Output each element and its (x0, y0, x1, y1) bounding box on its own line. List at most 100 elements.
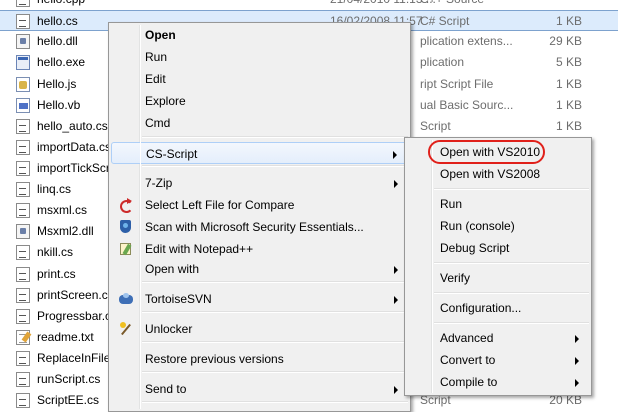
cs-file-icon (16, 140, 30, 155)
menu-item-label: Unlocker (145, 322, 193, 336)
exe-file-icon (16, 55, 30, 70)
security-shield-icon (118, 219, 134, 235)
menu-item-tortoisesvn[interactable]: TortoiseSVN (111, 288, 408, 310)
submenu-arrow-icon (575, 357, 579, 365)
menu-item-debug-script[interactable]: Debug Script (407, 237, 589, 259)
menu-item-label: Open with (145, 262, 200, 276)
menu-item-label: Select Left File for Compare (145, 198, 295, 212)
menu-item-label: Advanced (440, 331, 494, 345)
menu-item-label: Compile to (440, 375, 498, 389)
menu-item-cmd[interactable]: Cmd (111, 112, 408, 134)
cs-file-icon (16, 288, 30, 303)
file-size: 29 KB (549, 34, 582, 48)
menu-item-label: Restore previous versions (145, 352, 284, 366)
file-row[interactable]: hello.cpp21/04/2010 11:13 ...C++ Source (0, 0, 618, 10)
file-name: ScriptEE.cs (37, 393, 100, 407)
dll-file-icon (16, 34, 30, 49)
menu-item-label: Run (440, 197, 463, 211)
menu-item-edit[interactable]: Edit (111, 68, 408, 90)
menu-item-label: Convert to (440, 353, 496, 367)
menu-item-label: 7-Zip (145, 176, 173, 190)
menu-item-label: Run (145, 50, 168, 64)
file-size: 1 KB (555, 14, 582, 28)
menu-separator (142, 165, 408, 167)
menu-item-open-with-vs2008[interactable]: Open with VS2008 (407, 163, 589, 185)
file-size: 1 KB (555, 77, 582, 91)
submenu-arrow-icon (394, 296, 398, 304)
unlocker-wand-icon (118, 321, 134, 337)
file-type: Script (420, 119, 451, 133)
menu-item-edit-with-notepad[interactable]: Edit with Notepad++ (111, 238, 408, 260)
file-name: hello.dll (37, 34, 78, 48)
cs-file-icon (16, 203, 30, 218)
file-name: hello_auto.cs (37, 119, 108, 133)
menu-item-label: Edit with Notepad++ (145, 242, 254, 256)
file-name: Msxml2.dll (37, 224, 94, 238)
menu-item-open[interactable]: Open (111, 24, 408, 46)
tortoise-svn-icon (118, 291, 134, 307)
cpp-file-icon (16, 0, 30, 7)
menu-item-convert-to[interactable]: Convert to (407, 349, 589, 371)
file-type: plication extens... (420, 34, 513, 48)
file-name: Hello.vb (37, 98, 81, 112)
menu-item-run[interactable]: Run (111, 46, 408, 68)
menu-item-label: Debug Script (440, 241, 510, 255)
menu-item-send-to[interactable]: Send to (111, 378, 408, 400)
menu-item-label: Run (console) (440, 219, 515, 233)
vb-file-icon (16, 98, 30, 113)
menu-item-label: Open with VS2008 (440, 167, 541, 181)
menu-item-label: Cmd (145, 116, 171, 130)
menu-item-unlocker[interactable]: Unlocker (111, 318, 408, 340)
dll-file-icon (16, 224, 30, 239)
file-size: 1 KB (555, 98, 582, 112)
menu-separator (142, 281, 408, 283)
file-name: Progressbar.cs (37, 309, 118, 323)
submenu-arrow-icon (393, 151, 397, 159)
menu-item-configuration[interactable]: Configuration... (407, 297, 589, 319)
submenu-arrow-icon (575, 379, 579, 387)
menu-item-explore[interactable]: Explore (111, 90, 408, 112)
file-name: runScript.cs (37, 372, 101, 386)
cs-file-icon (16, 372, 30, 387)
file-name: Hello.js (37, 77, 77, 91)
cs-file-icon (16, 267, 30, 282)
cs-file-icon (16, 245, 30, 260)
cs-file-icon (16, 351, 30, 366)
file-type: plication (420, 55, 465, 69)
menu-item-label: TortoiseSVN (145, 292, 212, 306)
menu-item-run[interactable]: Run (407, 193, 589, 215)
menu-item-open-with[interactable]: Open with (111, 258, 408, 280)
menu-item-compile-to[interactable]: Compile to (407, 371, 589, 393)
file-name: msxml.cs (37, 203, 87, 217)
file-type: ual Basic Sourc... (420, 98, 514, 112)
menu-item-verify[interactable]: Verify (407, 267, 589, 289)
menu-separator (434, 322, 589, 324)
cs-file-icon (16, 161, 30, 176)
cs-file-icon (16, 309, 30, 324)
menu-separator (142, 311, 408, 313)
file-name: readme.txt (37, 330, 94, 344)
txt-file-icon (16, 330, 30, 345)
file-type: C++ Source (420, 0, 484, 6)
menu-item-label: Scan with Microsoft Security Essentials.… (145, 220, 364, 234)
submenu-arrow-icon (394, 266, 398, 274)
menu-item-run-console[interactable]: Run (console) (407, 215, 589, 237)
menu-item-label: Configuration... (440, 301, 522, 315)
file-name: linq.cs (37, 182, 72, 196)
menu-item-cs-script[interactable]: CS-Script (111, 142, 408, 164)
menu-item-7-zip[interactable]: 7-Zip (111, 172, 408, 194)
menu-separator (434, 188, 589, 190)
menu-item-restore-previous-versions[interactable]: Restore previous versions (111, 348, 408, 370)
context-menu: Open Run Edit Explore Cmd CS-Script 7-Zip Selec… (108, 22, 411, 412)
menu-item-label: Verify (440, 271, 471, 285)
cs-file-icon (16, 393, 30, 408)
cs-file-icon (16, 14, 30, 29)
red-annotation-circle (428, 140, 545, 164)
menu-separator (142, 371, 408, 373)
compare-icon (118, 197, 134, 213)
menu-item-scan-with-microsoft-security-essentials[interactable]: Scan with Microsoft Security Essentials.… (111, 216, 408, 238)
menu-item-select-left-file-for-compare[interactable]: Select Left File for Compare (111, 194, 408, 216)
file-name: importTickScr (37, 161, 110, 175)
menu-item-label: CS-Script (146, 147, 198, 161)
menu-item-advanced[interactable]: Advanced (407, 327, 589, 349)
